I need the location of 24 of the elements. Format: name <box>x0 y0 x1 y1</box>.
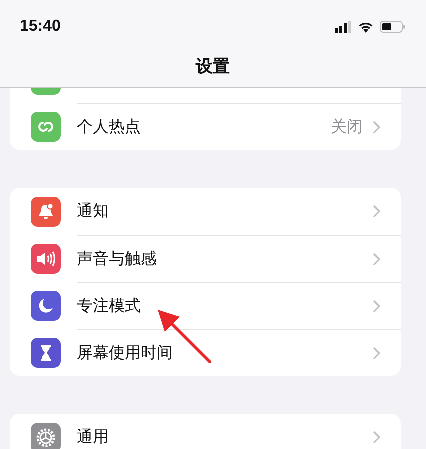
chevron-icon <box>373 205 381 218</box>
row-value: 关闭 <box>331 116 363 138</box>
chevron-icon <box>373 346 381 360</box>
row-label: 个人热点 <box>77 116 142 138</box>
chevron-icon <box>373 120 381 134</box>
chevron-icon <box>373 431 381 444</box>
wifi-icon <box>358 21 374 33</box>
chevron-icon <box>373 300 381 312</box>
chevron-icon <box>373 252 381 266</box>
status-time: 15:40 <box>20 18 61 36</box>
row-label: 声音与触感 <box>77 248 158 270</box>
settings-row[interactable]: 声音与触感 <box>10 235 401 282</box>
row-label: 通用 <box>77 427 110 448</box>
signal-icon <box>335 21 352 33</box>
settings-row[interactable]: 通知 <box>10 188 401 235</box>
battery-icon <box>380 21 406 33</box>
nav-title: 设置 <box>194 56 231 78</box>
row-label: 专注模式 <box>77 296 142 316</box>
settings-row[interactable]: 个人热点 关闭 <box>10 103 401 150</box>
arrow-annotation <box>156 308 212 364</box>
row-label: 屏幕使用时间 <box>77 342 174 364</box>
row-label: 通知 <box>77 201 110 222</box>
settings-row[interactable]: 屏幕使用时间 <box>10 329 401 376</box>
settings-row[interactable]: 通用 <box>10 414 401 449</box>
